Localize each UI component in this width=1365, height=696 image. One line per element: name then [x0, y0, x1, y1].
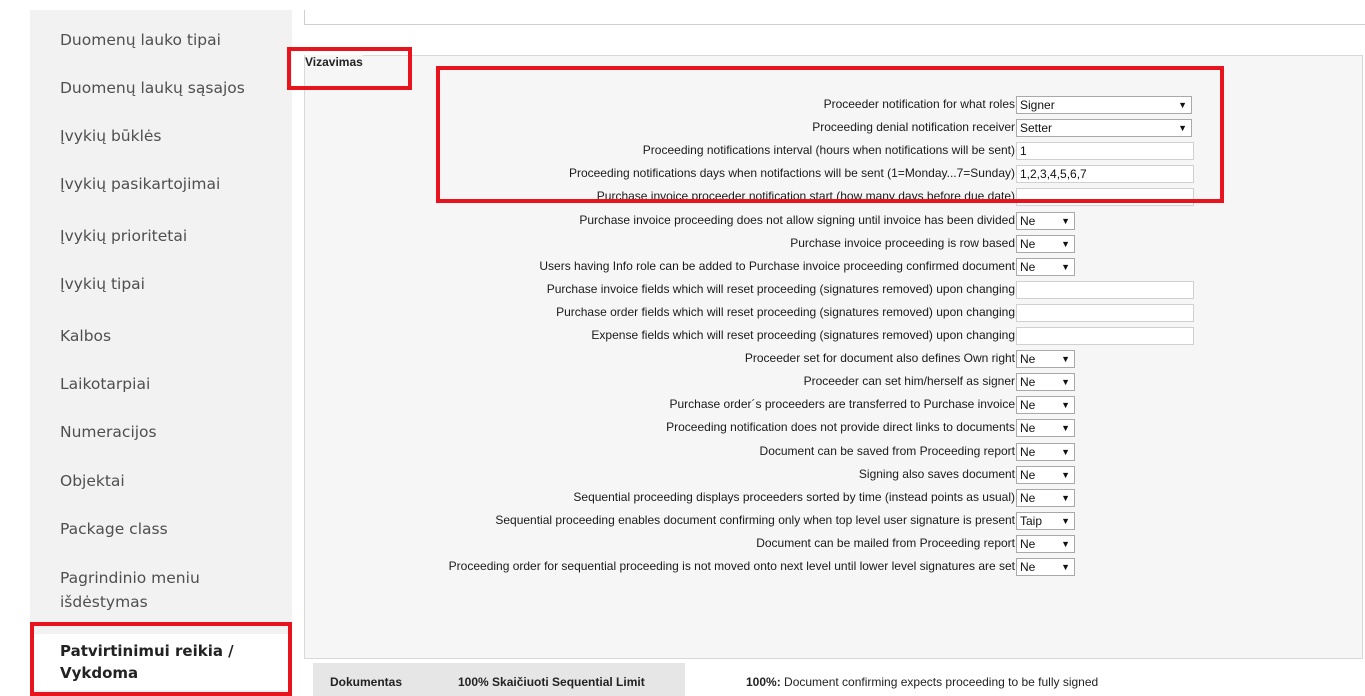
setting-select[interactable]: Ne ▼ — [1016, 535, 1075, 553]
bottom-table-header: Dokumentas 100% Skaičiuoti Sequential Li… — [313, 663, 685, 696]
select-value: Ne — [1020, 491, 1036, 505]
setting-label: Purchase invoice proceeding does not all… — [579, 213, 1015, 227]
setting-select[interactable]: Ne ▼ — [1016, 212, 1075, 230]
chevron-down-icon: ▼ — [1061, 516, 1070, 526]
setting-label: Proceeder set for document also defines … — [744, 351, 1015, 365]
select-value: Ne — [1020, 352, 1036, 366]
setting-select[interactable]: Ne ▼ — [1016, 558, 1075, 576]
chevron-down-icon: ▼ — [1061, 423, 1070, 433]
setting-label: Proceeding notification does not provide… — [666, 420, 1015, 434]
setting-select[interactable]: Ne ▼ — [1016, 235, 1075, 253]
setting-label: Expense fields which will reset proceedi… — [591, 328, 1015, 342]
setting-label: Proceeder can set him/herself as signer — [803, 374, 1015, 388]
setting-select[interactable]: Ne ▼ — [1016, 466, 1075, 484]
highlight-box-legend — [287, 47, 412, 90]
setting-input[interactable] — [1016, 304, 1194, 322]
setting-label: Signing also saves document — [858, 467, 1015, 481]
select-value: Ne — [1020, 214, 1036, 228]
setting-label: Purchase invoice proceeding is row based — [790, 236, 1015, 250]
select-value: Ne — [1020, 421, 1036, 435]
note-bold: 100%: — [746, 675, 781, 689]
setting-select[interactable]: Ne ▼ — [1016, 373, 1075, 391]
highlight-box-sidebar — [30, 622, 292, 696]
chevron-down-icon: ▼ — [1061, 493, 1070, 503]
select-value: Ne — [1020, 560, 1036, 574]
select-value: Ne — [1020, 537, 1036, 551]
sidebar: Duomenų lauko tipai Duomenų laukų sąsajo… — [30, 10, 292, 696]
select-value: Taip — [1020, 514, 1043, 528]
chevron-down-icon: ▼ — [1061, 470, 1070, 480]
select-value: Ne — [1020, 260, 1036, 274]
setting-select[interactable]: Ne ▼ — [1016, 419, 1075, 437]
sidebar-item-objektai[interactable]: Objektai — [60, 469, 125, 493]
chevron-down-icon: ▼ — [1061, 262, 1070, 272]
setting-select[interactable]: Ne ▼ — [1016, 443, 1075, 461]
setting-select[interactable]: Ne ▼ — [1016, 258, 1075, 276]
setting-input[interactable] — [1016, 281, 1194, 299]
setting-select[interactable]: Ne ▼ — [1016, 396, 1075, 414]
sidebar-item-ivykiu-bukles[interactable]: Įvykių būklės — [60, 124, 162, 148]
note-text: Document confirming expects proceeding t… — [780, 675, 1099, 689]
column-header-dokumentas: Dokumentas — [330, 675, 403, 689]
setting-label: Users having Info role can be added to P… — [539, 259, 1015, 273]
setting-label: Document can be mailed from Proceeding r… — [756, 536, 1015, 550]
setting-select[interactable]: Ne ▼ — [1016, 489, 1075, 507]
sidebar-item-laikotarpiai[interactable]: Laikotarpiai — [60, 372, 150, 396]
select-value: Ne — [1020, 375, 1036, 389]
sidebar-item-package-class[interactable]: Package class — [60, 517, 168, 541]
chevron-down-icon: ▼ — [1061, 216, 1070, 226]
setting-label: Proceeding order for sequential proceedi… — [448, 559, 1015, 573]
chevron-down-icon: ▼ — [1061, 239, 1070, 249]
chevron-down-icon: ▼ — [1061, 447, 1070, 457]
sidebar-item-kalbos[interactable]: Kalbos — [60, 324, 111, 348]
sidebar-item-duomenu-lauko-tipai[interactable]: Duomenų lauko tipai — [60, 28, 221, 52]
highlight-box-notifications — [436, 66, 1224, 203]
sidebar-item-label-line1: Pagrindinio meniu — [60, 569, 200, 587]
chevron-down-icon: ▼ — [1061, 562, 1070, 572]
top-panel — [304, 10, 1365, 25]
chevron-down-icon: ▼ — [1061, 400, 1070, 410]
select-value: Ne — [1020, 237, 1036, 251]
column-header-limit: 100% Skaičiuoti Sequential Limit — [458, 675, 645, 689]
select-value: Ne — [1020, 445, 1036, 459]
sidebar-item-ivykiu-pasikartojimai[interactable]: Įvykių pasikartojimai — [60, 172, 220, 196]
sidebar-item-pagrindinio-meniu[interactable]: Pagrindinio meniu išdėstymas — [60, 566, 200, 614]
proceeding-note: 100%: Document confirming expects procee… — [746, 675, 1098, 689]
setting-label: Sequential proceeding enables document c… — [495, 513, 1015, 527]
chevron-down-icon: ▼ — [1061, 539, 1070, 549]
sidebar-item-ivykiu-prioritetai[interactable]: Įvykių prioritetai — [60, 224, 187, 248]
sidebar-item-numeracijos[interactable]: Numeracijos — [60, 420, 157, 444]
sidebar-item-label-line2: išdėstymas — [60, 593, 148, 611]
chevron-down-icon: ▼ — [1061, 377, 1070, 387]
setting-label: Purchase order fields which will reset p… — [556, 305, 1015, 319]
select-value: Ne — [1020, 398, 1036, 412]
setting-label: Sequential proceeding displays proceeder… — [573, 490, 1015, 504]
setting-label: Document can be saved from Proceeding re… — [759, 444, 1015, 458]
sidebar-item-ivykiu-tipai[interactable]: Įvykių tipai — [60, 272, 145, 296]
select-value: Ne — [1020, 468, 1036, 482]
setting-input[interactable] — [1016, 327, 1194, 345]
chevron-down-icon: ▼ — [1061, 354, 1070, 364]
setting-label: Purchase order´s proceeders are transfer… — [669, 397, 1015, 411]
setting-label: Purchase invoice fields which will reset… — [546, 282, 1015, 296]
sidebar-item-duomenu-lauku-sasajos[interactable]: Duomenų laukų sąsajos — [60, 76, 245, 100]
setting-select[interactable]: Ne ▼ — [1016, 350, 1075, 368]
setting-select[interactable]: Taip ▼ — [1016, 512, 1075, 530]
